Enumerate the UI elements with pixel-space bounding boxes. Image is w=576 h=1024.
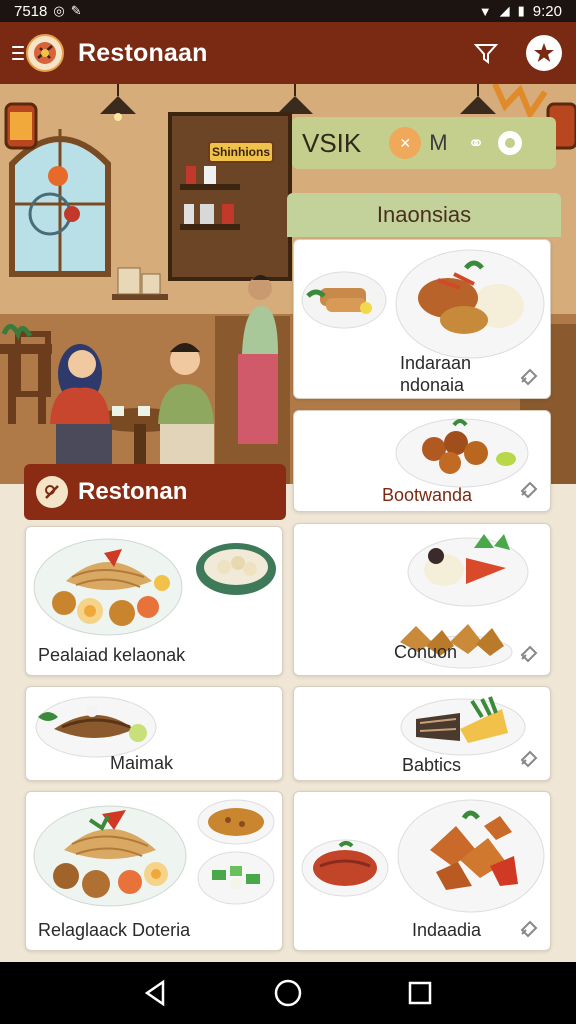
star-icon	[534, 43, 554, 62]
card-label: Babtics	[402, 755, 462, 775]
menu-icon[interactable]	[12, 46, 24, 60]
card-label: Pealaiad kelaonak	[38, 645, 186, 665]
dish-card[interactable]: Bootwanda	[293, 410, 551, 512]
status-bar: 7518 ◎ ✎ ▼ ◢ ▮ 9:20	[0, 0, 576, 22]
right-section-title: Inaonsias	[376, 202, 472, 227]
signal-icon: ◢	[499, 3, 510, 18]
pin-icon[interactable]	[518, 746, 540, 768]
banner-text: VSIK	[302, 127, 362, 158]
left-section-title: Restonan	[78, 478, 188, 505]
main-dish-image	[397, 799, 545, 913]
main-dish-image	[407, 534, 529, 607]
salad-image	[197, 851, 275, 905]
card-label: Indaraan ndonaia	[400, 353, 472, 395]
main-dish-image	[400, 696, 526, 756]
side-dish-image	[301, 839, 389, 897]
favorite-button[interactable]	[524, 33, 564, 73]
notification-icon: ◎	[53, 3, 65, 18]
battery-icon: ▮	[517, 3, 525, 18]
app-bar: Restonaan	[0, 22, 576, 84]
back-button-icon[interactable]	[141, 978, 171, 1008]
status-time-right: 9:20	[532, 2, 562, 20]
noodle-dish-image	[33, 538, 183, 636]
recents-button-icon[interactable]	[405, 978, 435, 1008]
side-dish-image	[301, 271, 387, 329]
main-dish-image	[395, 418, 529, 488]
main-dish-image	[35, 696, 157, 758]
dish-card[interactable]: Babtics	[293, 686, 551, 781]
home-button-icon[interactable]	[273, 978, 303, 1008]
card-label: Conuon	[394, 642, 458, 662]
banner-badge-letter: M	[429, 130, 448, 155]
app-title: Restonaan	[78, 38, 208, 67]
card-label: Maimak	[110, 753, 174, 773]
link-icon: ⚭	[467, 132, 485, 155]
pin-icon[interactable]	[518, 916, 540, 938]
wifi-icon: ▼	[478, 3, 492, 19]
pin-status-icon: ✎	[70, 3, 82, 18]
status-time-left: 7518	[14, 2, 48, 20]
card-label: Relaglaack Doteria	[38, 920, 191, 940]
filter-button[interactable]	[466, 33, 506, 73]
pin-icon[interactable]	[518, 641, 540, 663]
badge-icon: ✕	[389, 127, 422, 159]
main-dish-image	[395, 249, 545, 359]
left-section-header: Restonan	[24, 464, 286, 520]
dish-card[interactable]: Maimak	[25, 686, 283, 781]
dish-card[interactable]: Indaraan ndonaia	[293, 239, 551, 399]
shop-sign: Shinhions	[208, 141, 274, 163]
dish-card[interactable]: Conuon	[293, 523, 551, 676]
restaurant-icon	[36, 476, 68, 508]
filter-icon	[473, 44, 499, 64]
side-dish-image	[196, 543, 276, 595]
promo-banner[interactable]: VSIK ✕ M ⚭	[292, 117, 556, 169]
noodle-dish-image	[33, 805, 187, 907]
pin-icon[interactable]	[518, 364, 540, 386]
info-icon[interactable]	[498, 131, 523, 155]
logo-icon	[26, 34, 64, 72]
system-navigation-bar	[0, 962, 576, 1024]
dish-card[interactable]: Relaglaack Doteria	[25, 791, 283, 951]
dish-card[interactable]: Pealaiad kelaonak	[25, 526, 283, 676]
pin-icon[interactable]	[518, 477, 540, 499]
card-label: Indaadia	[412, 920, 482, 940]
right-section-header: Inaonsias	[287, 193, 561, 237]
side-dish-image	[197, 799, 275, 845]
card-label: Bootwanda	[382, 485, 473, 505]
dish-card[interactable]: Indaadia	[293, 791, 551, 951]
